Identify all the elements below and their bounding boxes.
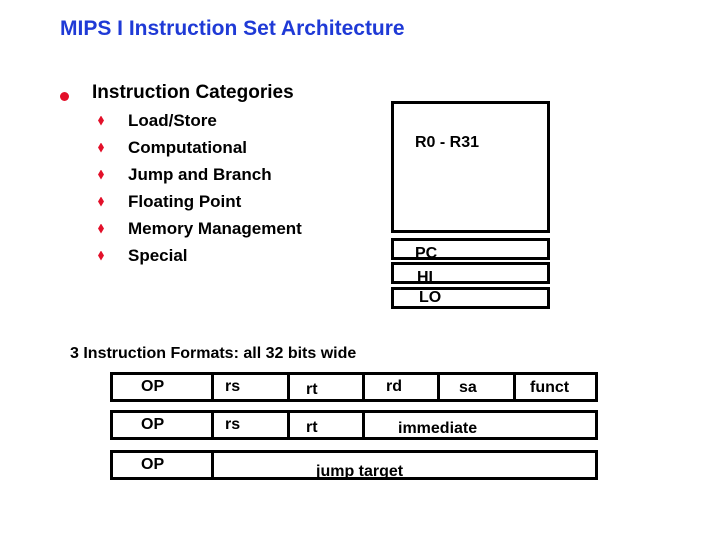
red-diamond-bullet-icon — [98, 115, 104, 126]
field-jump-target: jump target — [316, 463, 404, 480]
hi-register-label: HI — [417, 269, 433, 286]
red-diamond-bullet-icon — [98, 196, 104, 207]
category-label: Floating Point — [128, 191, 242, 211]
category-label: Special — [128, 245, 188, 265]
field-rd: rd — [386, 378, 402, 395]
field-rt: rt — [306, 381, 318, 398]
red-diamond-bullet-icon — [98, 169, 104, 180]
register-file-box: R0 - R31 — [391, 101, 550, 233]
field-divider — [362, 375, 365, 399]
field-divider — [211, 453, 214, 477]
field-divider — [437, 375, 440, 399]
hi-register-box: HI — [391, 262, 550, 286]
category-label: Computational — [128, 137, 247, 157]
field-divider — [211, 413, 214, 437]
field-rs: rs — [225, 378, 241, 395]
field-op: OP — [141, 456, 165, 473]
pc-register-box: PC — [391, 238, 550, 262]
red-diamond-bullet-icon — [98, 223, 104, 234]
field-immediate: immediate — [398, 420, 478, 437]
formats-heading: 3 Instruction Formats: all 32 bits wide — [70, 345, 357, 362]
field-divider — [211, 375, 214, 399]
lo-register-box: LO — [391, 287, 550, 309]
field-funct: funct — [530, 379, 570, 396]
j-type-format-row: OP jump target — [110, 450, 598, 480]
field-sa: sa — [459, 379, 477, 396]
pc-register-label: PC — [415, 245, 438, 262]
category-label: Memory Management — [128, 218, 302, 238]
field-divider — [362, 413, 365, 437]
i-type-format-row: OP rs rt immediate — [110, 410, 598, 440]
category-label: Load/Store — [128, 110, 217, 130]
field-divider — [287, 413, 290, 437]
field-op: OP — [141, 416, 165, 433]
main-bullet-label: Instruction Categories — [92, 82, 294, 103]
category-item: Load/Store — [98, 107, 217, 134]
category-item: Jump and Branch — [98, 161, 272, 188]
red-dot-bullet-icon — [60, 92, 69, 101]
field-rs: rs — [225, 416, 241, 433]
r-type-format-row: OP rs rt rd sa funct — [110, 372, 598, 402]
register-file-label: R0 - R31 — [415, 134, 480, 151]
red-diamond-bullet-icon — [98, 250, 104, 261]
category-label: Jump and Branch — [128, 164, 272, 184]
lo-register-label: LO — [419, 289, 442, 306]
red-diamond-bullet-icon — [98, 142, 104, 153]
category-item: Floating Point — [98, 188, 241, 215]
field-divider — [287, 375, 290, 399]
category-item: Computational — [98, 134, 247, 161]
field-divider — [513, 375, 516, 399]
category-item: Memory Management — [98, 215, 302, 242]
category-item: Special — [98, 242, 188, 269]
slide-title: MIPS I Instruction Set Architecture — [60, 17, 405, 40]
field-rt: rt — [306, 419, 318, 436]
field-op: OP — [141, 378, 165, 395]
